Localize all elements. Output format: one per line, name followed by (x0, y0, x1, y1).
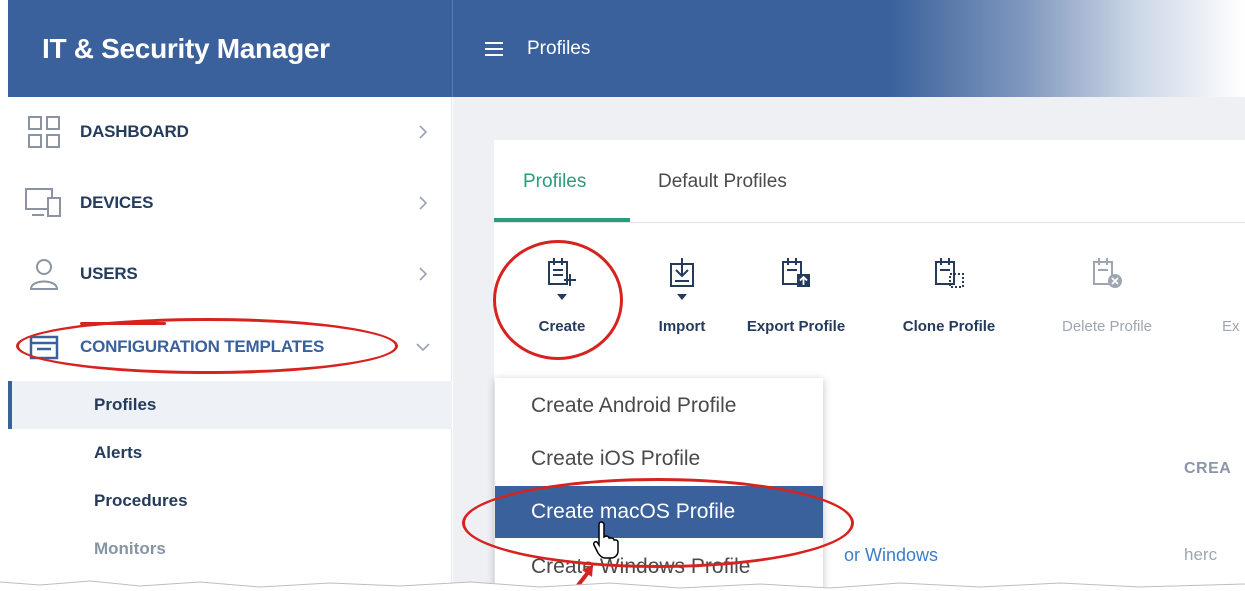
sidebar-subitem-procedures[interactable]: Procedures (8, 477, 452, 525)
caret-down-icon (557, 294, 567, 300)
hamburger-menu-icon[interactable] (485, 41, 503, 56)
delete-profile-icon (1093, 258, 1122, 288)
user-icon (24, 254, 64, 294)
sidebar-item-configuration-templates[interactable]: CONFIGURATION TEMPLATES (8, 312, 452, 382)
clone-profile-label: Clone Profile (902, 318, 996, 335)
devices-icon (24, 183, 64, 223)
create-profile-icon (548, 258, 576, 286)
partial-toolbar-button[interactable]: Ex (1216, 252, 1245, 348)
sidebar-item-label: CONFIGURATION TEMPLATES (80, 337, 325, 356)
delete-profile-label: Delete Profile (1061, 318, 1153, 335)
tab-divider (494, 222, 1245, 223)
hand-pointer-icon (593, 521, 619, 559)
chevron-down-icon (416, 343, 430, 352)
table-column-header: CREA (1184, 460, 1232, 477)
app-title: IT & Security Manager (42, 32, 330, 64)
sidebar-item-label: USERS (80, 264, 138, 283)
tab-profiles[interactable]: Profiles (523, 140, 586, 223)
chevron-right-icon (419, 196, 428, 210)
profile-name-link[interactable]: or Windows (844, 545, 938, 566)
export-profile-label: Export Profile (746, 318, 846, 335)
menu-item-create-macos-profile[interactable]: Create macOS Profile (495, 486, 823, 538)
clone-profile-icon (935, 258, 964, 288)
chevron-right-icon (419, 267, 428, 281)
delete-profile-button[interactable]: Delete Profile (1062, 252, 1152, 348)
menu-item-create-android-profile[interactable]: Create Android Profile (495, 380, 823, 432)
create-button[interactable]: Create (536, 252, 588, 348)
sidebar: DASHBOARD DEVICES USERS CONFIGURATION TE… (8, 97, 452, 591)
sidebar-item-devices[interactable]: DEVICES (8, 168, 452, 238)
create-label: Create (538, 318, 586, 335)
sidebar-subitem-monitors[interactable]: Monitors (8, 525, 452, 573)
import-label: Import (658, 318, 706, 335)
sidebar-subitem-profiles[interactable]: Profiles (8, 381, 452, 429)
chevron-right-icon (419, 125, 428, 139)
sidebar-item-dashboard[interactable]: DASHBOARD (8, 97, 452, 167)
caret-down-icon (677, 294, 687, 300)
import-button[interactable]: Import (656, 252, 708, 348)
templates-icon (24, 327, 64, 367)
page-title: Profiles (527, 37, 591, 59)
clone-profile-button[interactable]: Clone Profile (903, 252, 995, 348)
profiles-annotation-underline (80, 322, 166, 325)
table-cell: herc (1184, 545, 1218, 564)
tab-default-profiles[interactable]: Default Profiles (658, 140, 787, 223)
menu-item-create-ios-profile[interactable]: Create iOS Profile (495, 433, 823, 485)
sidebar-item-label: DEVICES (80, 193, 154, 212)
sidebar-subitem-alerts[interactable]: Alerts (8, 429, 452, 477)
create-profile-dropdown: Create Android Profile Create iOS Profil… (495, 378, 823, 591)
import-icon (670, 258, 694, 287)
export-profile-icon (782, 258, 810, 287)
sidebar-item-label: DASHBOARD (80, 122, 189, 141)
menu-item-create-windows-profile[interactable]: Create Windows Profile (495, 541, 823, 591)
export-profile-button[interactable]: Export Profile (747, 252, 845, 348)
page-header: Profiles (452, 0, 1245, 97)
dashboard-grid-icon (24, 112, 64, 152)
app-header: IT & Security Manager (8, 0, 452, 97)
partial-toolbar-label: Ex (1222, 318, 1240, 335)
sidebar-item-users[interactable]: USERS (8, 239, 452, 309)
